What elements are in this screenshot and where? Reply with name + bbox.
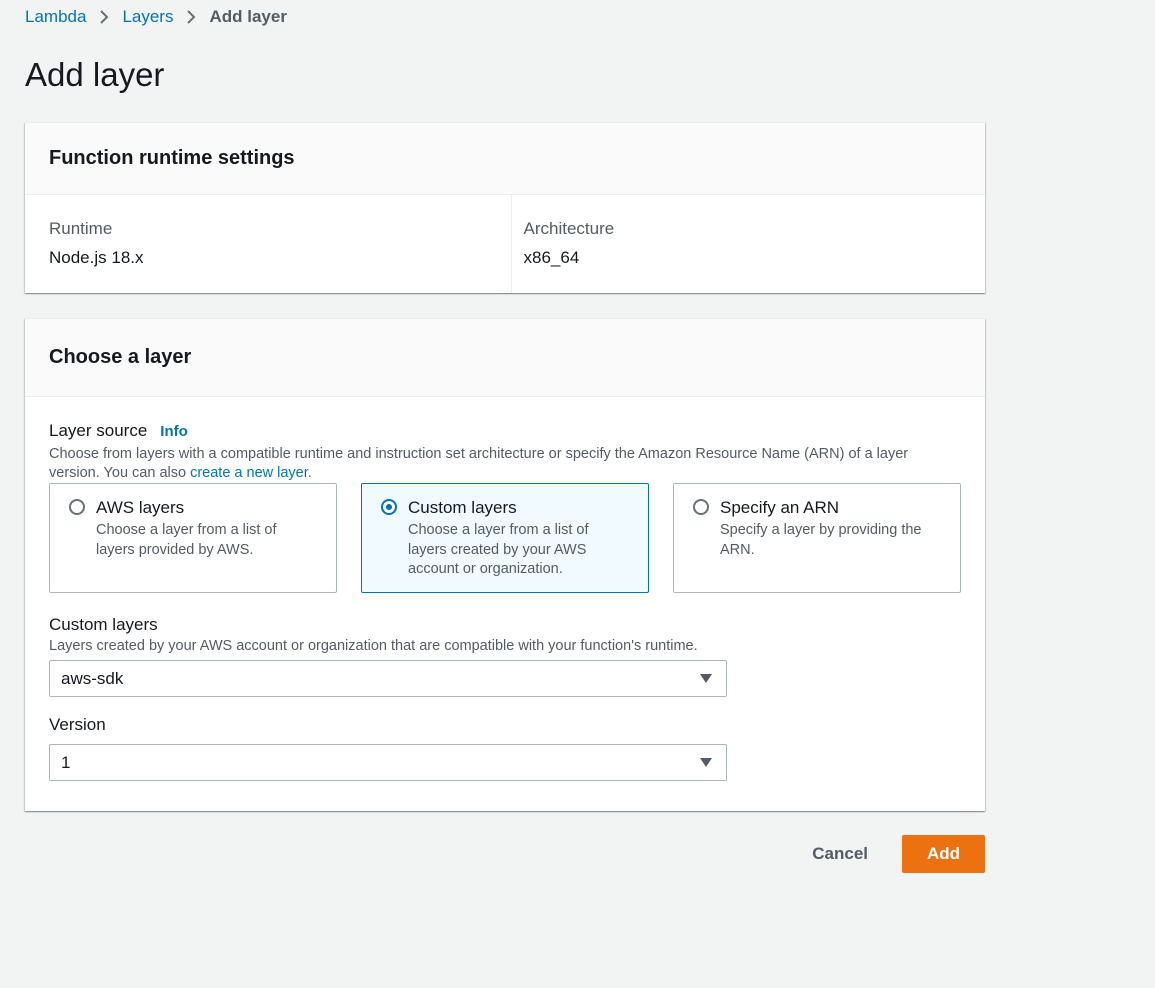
radio-button-selected[interactable] xyxy=(381,499,397,515)
breadcrumb-layers[interactable]: Layers xyxy=(122,7,173,27)
layer-source-label: Layer source xyxy=(49,421,148,440)
choose-layer-body: Layer source Info Choose from layers wit… xyxy=(25,397,985,781)
option-description: Choose a layer from a list of layers pro… xyxy=(96,522,277,558)
custom-layers-select[interactable]: aws-sdk xyxy=(49,660,727,697)
radio-button[interactable] xyxy=(693,499,709,515)
layer-source-desc-text: Choose from layers with a compatible run… xyxy=(49,446,909,481)
option-description: Specify a layer by providing the ARN. xyxy=(720,522,922,558)
page: Lambda Layers Add layer Add layer Functi… xyxy=(0,0,1155,988)
architecture-column: Architecture x86_64 xyxy=(510,195,986,293)
choose-layer-header: Choose a layer xyxy=(25,319,985,397)
option-title: Specify an ARN xyxy=(720,498,840,517)
custom-layers-label: Custom layers xyxy=(49,615,158,634)
option-title: Custom layers xyxy=(408,498,517,517)
form-actions: Cancel Add xyxy=(812,835,985,873)
architecture-label: Architecture xyxy=(523,219,615,238)
breadcrumb: Lambda Layers Add layer xyxy=(25,7,287,27)
add-button[interactable]: Add xyxy=(902,835,985,873)
option-description: Choose a layer from a list of layers cre… xyxy=(408,522,589,577)
layer-source-description: Choose from layers with a compatible run… xyxy=(49,445,961,483)
runtime-column: Runtime Node.js 18.x xyxy=(25,195,511,293)
caret-down-icon xyxy=(700,674,712,683)
page-title: Add layer xyxy=(25,56,165,93)
version-select[interactable]: 1 xyxy=(49,744,727,781)
architecture-value: x86_64 xyxy=(523,248,580,267)
runtime-value: Node.js 18.x xyxy=(49,248,144,267)
breadcrumb-current: Add layer xyxy=(209,7,287,26)
breadcrumb-lambda[interactable]: Lambda xyxy=(25,7,86,27)
caret-down-icon xyxy=(700,758,712,767)
runtime-settings-header: Function runtime settings xyxy=(25,123,985,195)
radio-button[interactable] xyxy=(69,499,85,515)
create-new-layer-link[interactable]: create a new layer xyxy=(190,465,308,481)
choose-layer-title: Choose a layer xyxy=(49,346,192,368)
runtime-settings-panel: Function runtime settings Runtime Node.j… xyxy=(25,122,985,293)
cancel-button[interactable]: Cancel xyxy=(812,844,902,864)
version-label: Version xyxy=(49,715,106,734)
runtime-settings-title: Function runtime settings xyxy=(49,147,295,169)
choose-layer-panel: Choose a layer Layer source Info Choose … xyxy=(25,318,985,811)
chevron-right-icon xyxy=(99,9,109,25)
runtime-label: Runtime xyxy=(49,219,113,238)
layer-source-options: AWS layers Choose a layer from a list of… xyxy=(49,483,961,593)
runtime-settings-values: Runtime Node.js 18.x Architecture x86_64 xyxy=(25,195,985,293)
option-specify-arn[interactable]: Specify an ARN Specify a layer by provid… xyxy=(673,483,961,593)
option-title: AWS layers xyxy=(96,498,185,517)
custom-layers-description: Layers created by your AWS account or or… xyxy=(49,638,698,654)
custom-layers-selected-value: aws-sdk xyxy=(61,668,124,688)
info-link[interactable]: Info xyxy=(160,423,188,440)
option-custom-layers[interactable]: Custom layers Choose a layer from a list… xyxy=(361,483,649,593)
option-aws-layers[interactable]: AWS layers Choose a layer from a list of… xyxy=(49,483,337,593)
layer-source-label-row: Layer source Info xyxy=(49,421,961,441)
layer-source-desc-end: . xyxy=(307,465,312,481)
version-selected-value: 1 xyxy=(61,752,71,772)
chevron-right-icon xyxy=(186,9,196,25)
